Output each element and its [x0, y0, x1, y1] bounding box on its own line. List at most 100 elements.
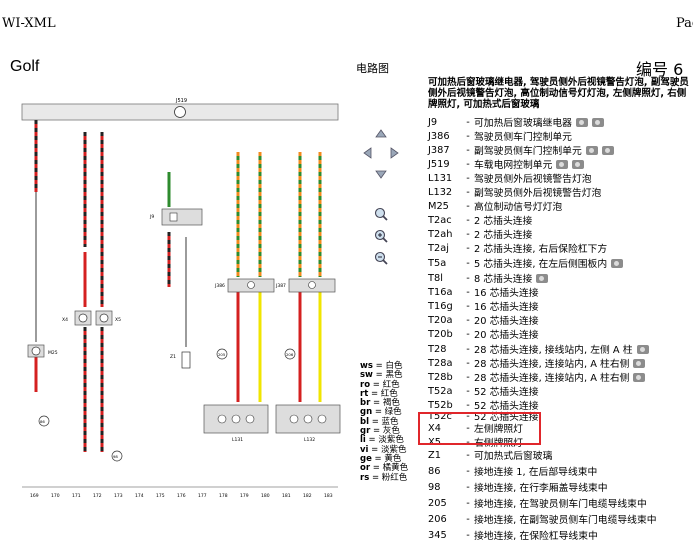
wire-color-name: 粉红色 [381, 472, 408, 483]
wire-color-abbr: rs [360, 472, 370, 483]
legend-row: T8l -8 芯插头连接 [428, 271, 549, 285]
legend-description: 8 芯插头连接 [474, 274, 533, 285]
column-number: 175 [156, 493, 165, 499]
legend-description: 高位制动信号灯灯泡 [474, 202, 563, 213]
legend-code: T28 [428, 343, 447, 355]
camera-icon[interactable] [585, 145, 598, 155]
wiring-schematic: J519 M25 X4 X5 J9 Z1 J386 J387 L131 L132… [0, 92, 352, 522]
wire-color-legend: ws = 白色 sw = 黑色 ro = 红色 rt = 红色 br = 褐色 gn = … [360, 361, 408, 483]
legend-row: 206 - 接地连接, 在副驾驶员侧车门电缆导线束中 [428, 512, 657, 527]
legend-row: 345- 接地连接, 在保险杠导线束中 [428, 528, 598, 542]
legend-code: T20a [428, 314, 453, 326]
label-j9: J9 [149, 214, 154, 220]
zoom-in-icon[interactable] [373, 228, 389, 244]
zoom-out-icon[interactable] [373, 250, 389, 266]
legend-description: 28 芯插头连接, 接线站内, 左侧 A 柱 [474, 345, 633, 356]
legend-row: T5a -5 芯插头连接, 在左后侧围板内 [428, 256, 624, 270]
arrow-left-icon[interactable] [360, 145, 376, 161]
arrow-down-icon[interactable] [373, 166, 389, 182]
legend-row: J519 - 车载电网控制单元 [428, 157, 585, 171]
column-number: 177 [198, 493, 207, 499]
label-l132: L132 [304, 437, 315, 443]
heater-z1 [181, 351, 191, 369]
camera-icon[interactable] [633, 358, 646, 368]
camera-icon[interactable] [601, 145, 614, 155]
car-model: Golf [10, 58, 40, 75]
connector-icon [308, 281, 316, 289]
camera-icon[interactable] [636, 344, 649, 354]
legend-dash: - [466, 300, 470, 312]
legend-description: 可加热式后窗玻璃 [474, 451, 553, 462]
legend-code: J9 [428, 116, 438, 128]
camera-icon[interactable] [575, 117, 588, 127]
legend-row: T28b -28 芯插头连接, 连接站内, A 柱右侧 [428, 370, 646, 384]
legend-row: T2ac -2 芯插头连接 [428, 213, 532, 228]
legend-dash: - [466, 172, 470, 184]
legend-code: T8l [428, 272, 443, 284]
ground-label-86: 86 [40, 419, 45, 424]
wire-color-sep: = [369, 472, 382, 483]
bus-connector-icon [174, 106, 186, 118]
legend-dash: - [466, 385, 470, 397]
column-number: 176 [177, 493, 186, 499]
legend-row: J387 - 副驾驶员侧车门控制单元 [428, 143, 614, 157]
column-number: 178 [219, 493, 228, 499]
camera-icon[interactable] [572, 159, 585, 169]
column-number: 179 [240, 493, 249, 499]
legend-description: 2 芯插头连接 [474, 230, 533, 241]
legend-row: T28a -28 芯插头连接, 连接站内, A 柱右侧 [428, 356, 646, 370]
lamp-icon [78, 313, 88, 323]
legend-dash: - [466, 465, 470, 477]
legend-row: 205 - 接地连接, 在驾驶员侧车门电缆导线束中 [428, 496, 647, 511]
page-indicator: Pag [676, 16, 693, 31]
legend-code: T2ac [428, 214, 452, 226]
camera-icon[interactable] [633, 372, 646, 382]
legend-dash: - [466, 257, 470, 269]
bus-label: J519 [175, 98, 187, 104]
arrow-right-icon[interactable] [386, 145, 402, 161]
legend-dash: - [466, 200, 470, 212]
camera-icon[interactable] [536, 273, 549, 283]
legend-code: T2ah [428, 228, 453, 240]
legend-dash: - [466, 116, 470, 128]
legend-code: L131 [428, 172, 453, 184]
legend-description: 接地连接, 在驾驶员侧车门电缆导线束中 [474, 499, 647, 510]
legend-code: M25 [428, 200, 449, 212]
column-number: 182 [303, 493, 312, 499]
legend-description: 20 芯插头连接 [474, 330, 539, 341]
legend-dash: - [466, 286, 470, 298]
legend-row: Z1 - 可加热式后窗玻璃 [428, 448, 553, 463]
label-j387: J387 [275, 283, 286, 289]
legend-description: 车载电网控制单元 [474, 160, 553, 171]
legend-row: L132 - 副驾驶员侧外后视镜警告灯泡 [428, 185, 601, 200]
legend-row: T28 -28 芯插头连接, 接线站内, 左侧 A 柱 [428, 342, 649, 356]
legend-row: T2aj -2 芯插头连接, 右后保险杠下方 [428, 241, 607, 256]
legend-row: L131 - 驾驶员侧外后视镜警告灯泡 [428, 171, 592, 186]
legend-code: T2aj [428, 242, 449, 254]
ground-label-206: 206 [286, 352, 294, 357]
wire-color-item: rs = 粉红色 [360, 472, 408, 483]
legend-code: T16a [428, 286, 453, 298]
legend-dash: - [466, 314, 470, 326]
column-number: 173 [114, 493, 123, 499]
legend-dash: - [466, 497, 470, 509]
legend-description: 16 芯插头连接 [474, 302, 539, 313]
legend-dash: - [466, 343, 470, 355]
legend-row: T16a -16 芯插头连接 [428, 285, 539, 300]
legend-code: J519 [428, 158, 450, 170]
relay-coil-icon [169, 212, 178, 222]
camera-icon[interactable] [591, 117, 604, 127]
camera-icon[interactable] [611, 258, 624, 268]
legend-code: 206 [428, 513, 447, 525]
label-z1: Z1 [170, 354, 176, 360]
legend-row: J9 - 可加热后窗玻璃继电器 [428, 115, 604, 129]
arrow-up-icon[interactable] [373, 126, 389, 142]
zoom-icon[interactable] [373, 206, 389, 222]
diagram-caption: 可加热后窗玻璃继电器, 驾驶员侧外后视镜警告灯泡, 副驾驶员侧外后视镜警告灯泡,… [428, 77, 689, 110]
legend-description: 接地连接, 在保险杠导线束中 [474, 531, 598, 542]
legend-code: 205 [428, 497, 447, 509]
lamp-icon [99, 313, 109, 323]
legend-code: J386 [428, 130, 450, 142]
legend-dash: - [466, 272, 470, 284]
camera-icon[interactable] [556, 159, 569, 169]
